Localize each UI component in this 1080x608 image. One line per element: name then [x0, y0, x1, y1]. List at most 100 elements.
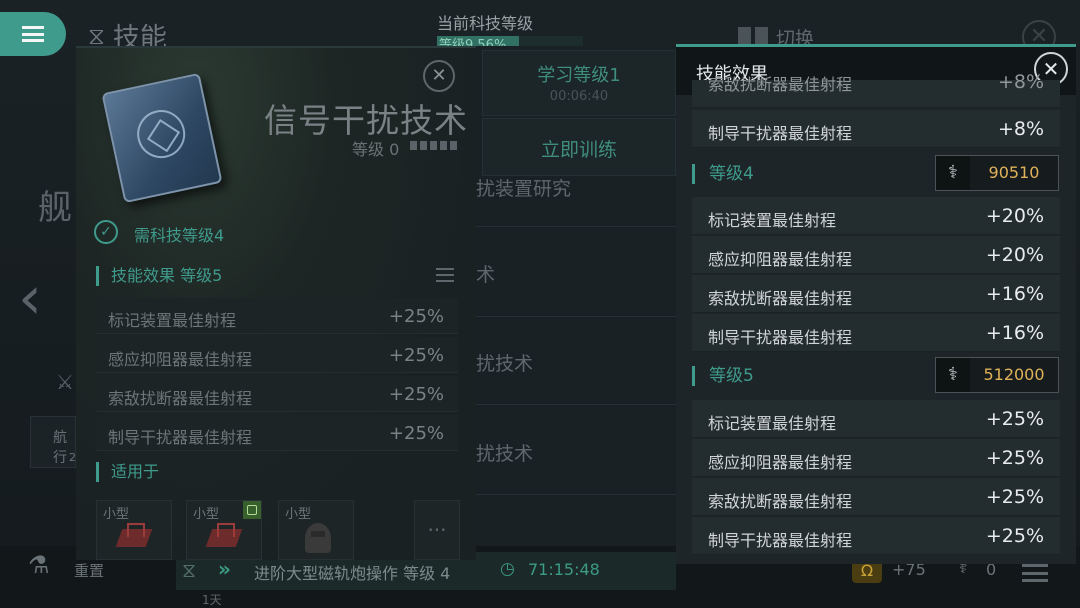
effect-value: +16% — [985, 322, 1044, 344]
ship-size-label: 小型 — [103, 507, 130, 522]
ship-icon — [203, 523, 249, 553]
effect-value: +20% — [985, 205, 1044, 227]
queue-timer: 71:15:48 — [528, 560, 600, 579]
effect-value: +20% — [985, 244, 1044, 266]
learn-label: 学习等级1 — [537, 65, 621, 86]
ship-card[interactable]: 小型 — [278, 500, 354, 560]
effect-value: +25% — [388, 306, 444, 327]
applies-section-title: 适用于 — [96, 462, 159, 482]
effect-row: 标记装置最佳射程 +20% — [692, 197, 1060, 235]
hamburger-icon — [22, 26, 44, 42]
effect-value: +25% — [985, 525, 1044, 547]
effect-name: 制导干扰器最佳射程 — [708, 124, 853, 143]
owned-badge-icon — [243, 501, 261, 519]
skill-list-item[interactable]: 术 — [476, 260, 495, 287]
effect-row: 制导干扰器最佳射程 +8% — [692, 110, 1060, 148]
skill-list-item[interactable]: 扰技术 — [476, 349, 533, 376]
level-heading: 等级4 — [692, 164, 754, 184]
close-icon[interactable]: ✕ — [423, 60, 455, 92]
skill-name: 信号干扰技术 — [264, 101, 468, 140]
queue-chevron-icon: » — [218, 557, 231, 581]
reset-label[interactable]: 重置 — [74, 560, 104, 581]
effect-name: 感应抑阻器最佳射程 — [108, 350, 253, 369]
check-icon: ✓ — [94, 220, 118, 244]
menu-button[interactable] — [0, 12, 66, 56]
effect-name: 索敌扰断器最佳射程 — [108, 389, 253, 408]
reset-icon[interactable]: ⚗ — [28, 551, 50, 579]
effect-name: 标记装置最佳射程 — [708, 414, 837, 433]
nav-box-sub: 2 — [69, 451, 76, 464]
ship-size-label: 小型 — [193, 507, 220, 522]
effect-row: 感应抑阻器最佳射程 +25% — [692, 439, 1060, 477]
learn-time: 00:06:40 — [549, 89, 609, 104]
syringe-icon: ⚕ — [936, 358, 970, 392]
tech-level-label: 当前科技等级 — [437, 14, 534, 33]
effect-name: 索敌扰断器最佳射程 — [708, 492, 853, 511]
effect-value: +8% — [997, 71, 1044, 93]
helmet-icon — [295, 523, 341, 553]
list-divider — [476, 226, 676, 227]
effect-value: +16% — [985, 283, 1044, 305]
effect-name: 索敌扰断器最佳射程 — [708, 289, 853, 308]
effect-row: 制导干扰器最佳射程 +25% — [96, 415, 458, 451]
effect-name: 制导干扰器最佳射程 — [108, 428, 253, 447]
cost-value: 90510 — [988, 163, 1040, 182]
effect-name: 制导干扰器最佳射程 — [708, 531, 853, 550]
effect-row: 感应抑阻器最佳射程 +20% — [692, 236, 1060, 274]
effect-value: +25% — [985, 408, 1044, 430]
effect-value: +25% — [985, 486, 1044, 508]
train-now-label: 立即训练 — [540, 139, 617, 161]
ship-size-label: 小型 — [285, 507, 312, 522]
list-divider — [476, 404, 676, 405]
ship-class-icon: ⚔ — [56, 370, 74, 394]
more-ships-button[interactable]: ··· — [414, 500, 460, 560]
category-label: 舰 — [38, 188, 72, 228]
learn-button[interactable]: 学习等级1 00:06:40 — [482, 50, 676, 116]
effect-value: +25% — [985, 447, 1044, 469]
effect-value: +25% — [388, 345, 444, 366]
prev-arrow-icon[interactable]: ‹ — [18, 268, 42, 328]
requirement-text: 需科技等级4 — [134, 226, 225, 245]
ship-card[interactable]: 小型 — [186, 500, 262, 560]
effect-name: 标记装置最佳射程 — [708, 211, 837, 230]
effect-row: 索敌扰断器最佳射程 +25% — [96, 376, 458, 412]
effect-row: 标记装置最佳射程 +25% — [692, 400, 1060, 438]
skill-list-item[interactable]: 扰装置研究 — [476, 174, 571, 201]
effect-row: 制导干扰器最佳射程 +25% — [692, 517, 1060, 555]
effect-row: 索敌扰断器最佳射程 +8% — [692, 71, 1060, 108]
list-divider — [476, 494, 676, 495]
queue-days: 1天 — [202, 593, 222, 607]
skill-list-item[interactable]: 扰技术 — [476, 439, 533, 466]
effect-row: 制导干扰器最佳射程 +16% — [692, 314, 1060, 352]
effects-section-title: 技能效果 等级5 — [96, 266, 222, 286]
effect-row: 索敌扰断器最佳射程 +16% — [692, 275, 1060, 313]
syringe-icon: ⚕ — [936, 156, 970, 190]
effect-row: 感应抑阻器最佳射程 +25% — [96, 337, 458, 373]
cost-box: ⚕ 90510 — [935, 155, 1059, 191]
effect-name: 感应抑阻器最佳射程 — [708, 250, 853, 269]
nav-box[interactable]: 航行 2 — [30, 416, 76, 468]
queue-skill-text: 进阶大型磁轨炮操作 等级 4 — [254, 564, 451, 583]
cost-box: ⚕ 512000 — [935, 357, 1059, 393]
effect-name: 感应抑阻器最佳射程 — [708, 453, 853, 472]
effect-name: 制导干扰器最佳射程 — [708, 328, 853, 347]
effect-value: +8% — [997, 118, 1044, 140]
effect-value: +25% — [388, 423, 444, 444]
list-menu-icon[interactable] — [1022, 564, 1048, 582]
effect-name: 标记装置最佳射程 — [108, 311, 237, 330]
clock-icon: ◷ — [500, 559, 515, 579]
effect-value: +25% — [388, 384, 444, 405]
queue-skill-icon: ⧖ — [182, 558, 197, 582]
cost-value: 512000 — [983, 365, 1045, 384]
ship-icon — [113, 523, 159, 553]
level-pips — [410, 141, 457, 150]
effect-name: 索敌扰断器最佳射程 — [708, 75, 853, 94]
ship-card[interactable]: 小型 — [96, 500, 172, 560]
effects-list-icon[interactable] — [436, 268, 454, 282]
level-heading: 等级5 — [692, 366, 754, 386]
list-divider — [476, 316, 676, 317]
train-now-button[interactable]: 立即训练 — [482, 118, 676, 176]
skill-level: 等级 0 — [352, 140, 400, 159]
effect-row: 标记装置最佳射程 +25% — [96, 298, 458, 334]
effect-row: 索敌扰断器最佳射程 +25% — [692, 478, 1060, 516]
